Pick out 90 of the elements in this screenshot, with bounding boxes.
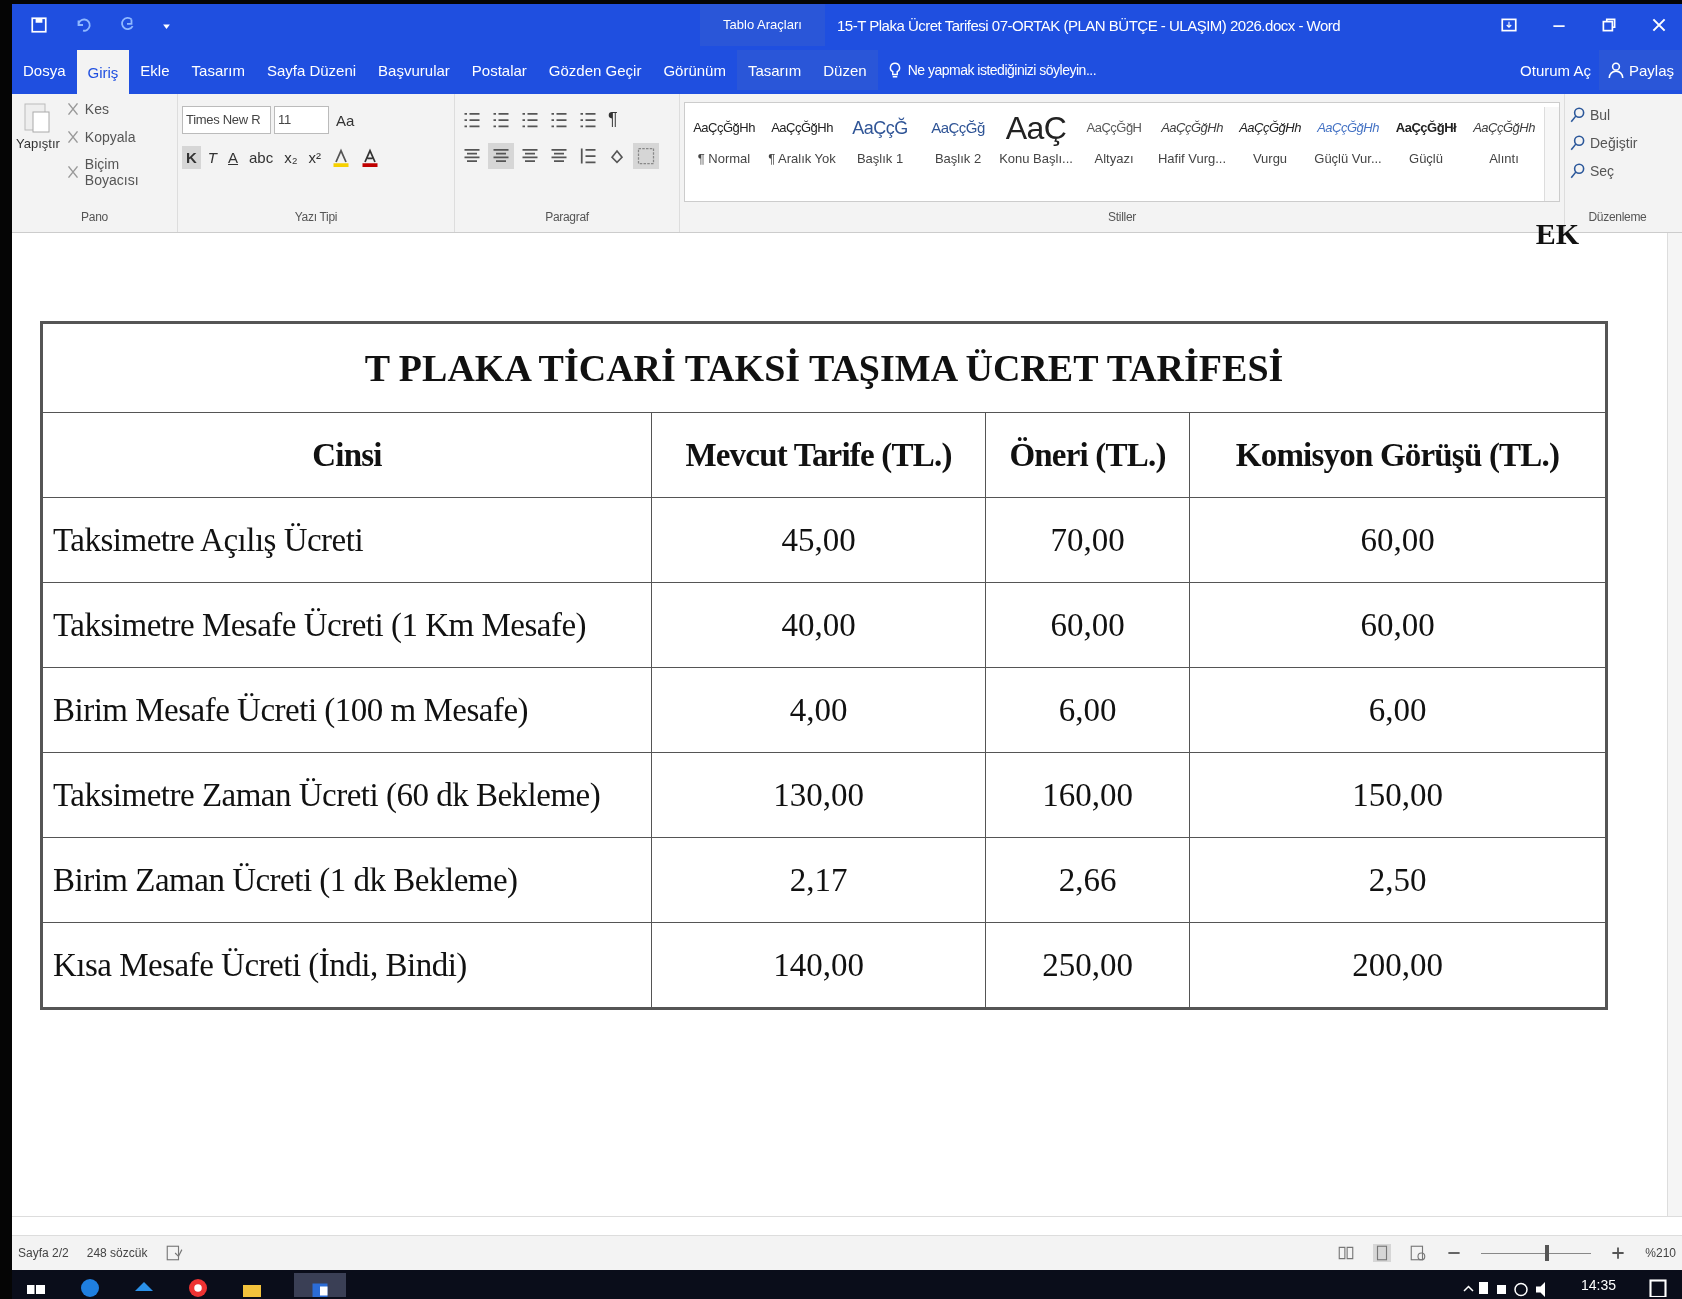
style-item[interactable]: AaÇçĞğHh Güçlü Vur... — [1309, 107, 1387, 166]
format-button[interactable]: x₂ — [280, 145, 302, 169]
editing-command[interactable]: Seç — [1569, 162, 1666, 180]
tell-me-text: Ne yapmak istediğinizi söyleyin... — [907, 62, 1097, 78]
style-item[interactable]: AaÇçĞğHł Güçlü — [1387, 107, 1465, 166]
clipboard-command[interactable]: Kopyala — [63, 128, 173, 146]
print-layout-icon[interactable] — [1373, 1244, 1392, 1262]
table-cell: 2,17 — [651, 837, 986, 923]
style-item[interactable]: AaÇçĞ Başlık 1 — [841, 107, 919, 166]
style-item[interactable]: AaÇçĞğHh Vurgu — [1231, 107, 1309, 166]
ribbon-tab[interactable]: Sayfa Düzeni — [255, 50, 368, 90]
table-cell: 4,00 — [651, 667, 986, 753]
table-cell: Taksimetre Açılış Ücreti — [41, 497, 652, 583]
group-label: Düzenleme — [1587, 210, 1648, 226]
share-button[interactable]: Paylaş — [1598, 50, 1682, 90]
paste-button[interactable]: Yapıştır — [16, 100, 60, 210]
tell-me-field[interactable]: Ne yapmak istediğinizi söyleyin... — [877, 50, 1097, 90]
page-count: Sayfa 2/2 — [18, 1246, 69, 1260]
ribbon-display-icon[interactable] — [1500, 16, 1518, 34]
format-button[interactable]: A — [224, 145, 243, 169]
corner-text: EK — [1535, 219, 1579, 249]
style-item[interactable]: AaÇçĞğ Başlık 2 — [919, 107, 997, 166]
column-header: Cinsi — [41, 412, 652, 498]
table-cell: 60,00 — [985, 582, 1190, 668]
table-cell: Birim Zaman Ücreti (1 dk Bekleme) — [41, 837, 652, 923]
table-cell: Taksimetre Mesafe Ücreti (1 Km Mesafe) — [41, 582, 652, 668]
proofing-icon[interactable] — [165, 1244, 184, 1262]
style-item[interactable]: AaÇçĞğHh ¶ Aralık Yok — [763, 107, 841, 166]
ribbon-tab[interactable]: Tasarım — [180, 50, 256, 90]
web-layout-icon[interactable] — [1409, 1244, 1428, 1262]
ribbon-tab[interactable]: Giriş — [76, 50, 130, 94]
style-item[interactable]: AaÇçĞğH Altyazı — [1075, 107, 1153, 166]
clipboard-command[interactable]: Biçim Boyacısı — [63, 156, 173, 188]
ribbon-tab[interactable]: Postalar — [460, 50, 538, 90]
format-button[interactable]: abc — [245, 145, 278, 169]
window-title: 15-T Plaka Ücret Tarifesi 07-ORTAK (PLAN BÜTÇE - ULAŞIM) 2026.docx - Word — [836, 16, 1341, 34]
group-label: Yazı Tipi — [293, 210, 339, 226]
save-icon[interactable] — [30, 16, 48, 34]
ribbon-tab[interactable]: Tasarım — [736, 50, 813, 90]
vertical-scrollbar[interactable] — [1667, 233, 1682, 1216]
command-icon — [1569, 162, 1587, 180]
ribbon-tab[interactable]: Başvurular — [367, 50, 461, 90]
clipboard-command[interactable]: Kes — [63, 100, 173, 118]
format-button[interactable]: x² — [304, 145, 326, 169]
ribbon-tab[interactable]: Görünüm — [652, 50, 737, 90]
zoom-slider-thumb[interactable] — [1545, 1244, 1550, 1261]
table-cell: 2,66 — [985, 837, 1190, 923]
column-header: Öneri (TL.) — [985, 412, 1190, 498]
format-button[interactable]: K — [182, 145, 201, 169]
table-cell: 70,00 — [985, 497, 1190, 583]
table-cell: Taksimetre Zaman Ücreti (60 dk Bekleme) — [41, 752, 652, 838]
zoom-level[interactable]: %210 — [1645, 1246, 1676, 1260]
command-icon — [1569, 134, 1587, 152]
group-label: Paragraf — [544, 210, 590, 226]
context-label: Tablo Araçları — [700, 4, 825, 46]
read-mode-icon[interactable] — [1337, 1244, 1356, 1262]
clock-time[interactable]: 14:35 — [1580, 1276, 1616, 1293]
ribbon-tab[interactable]: Düzen — [812, 50, 878, 90]
font-size-field[interactable]: 11 — [274, 106, 329, 134]
ribbon-tab[interactable]: Ekle — [129, 50, 181, 90]
word-count: 248 sözcük — [86, 1246, 148, 1260]
person-icon — [1606, 61, 1625, 79]
ribbon-tab[interactable]: Gözden Geçir — [537, 50, 653, 90]
clipboard-icon — [22, 100, 53, 136]
table-cell: 160,00 — [985, 752, 1190, 838]
format-button[interactable]: T — [203, 145, 221, 169]
editing-command[interactable]: Bul — [1569, 106, 1666, 124]
table-cell: Birim Mesafe Ücreti (100 m Mesafe) — [41, 667, 652, 753]
table-cell: 45,00 — [651, 497, 986, 583]
group-label: Pano — [80, 210, 109, 226]
table-cell: 130,00 — [651, 752, 986, 838]
horizontal-scrollbar[interactable] — [12, 1216, 1682, 1236]
command-icon — [1569, 106, 1587, 124]
case-button[interactable]: Aa — [332, 108, 359, 132]
align-icon[interactable] — [488, 143, 514, 169]
style-item[interactable]: AaÇçĞğHh ¶ Normal — [685, 107, 763, 166]
style-item[interactable]: AaÇ Konu Başlı... — [997, 107, 1075, 166]
group-label: Stiller — [1107, 210, 1137, 226]
restore-icon[interactable] — [1600, 16, 1618, 34]
pilcrow-button[interactable]: ¶ — [604, 106, 622, 133]
table-cell: 6,00 — [985, 667, 1190, 753]
close-icon[interactable] — [1650, 16, 1668, 34]
sign-in-link[interactable]: Oturum Aç — [1512, 50, 1599, 90]
style-item[interactable]: AaÇçĞğHh Alıntı — [1465, 107, 1543, 166]
style-item[interactable]: AaÇçĞğHh Hafif Vurg... — [1153, 107, 1231, 166]
table-cell: 40,00 — [651, 582, 986, 668]
editing-command[interactable]: Değiştir — [1569, 134, 1666, 152]
font-name-field[interactable]: Times New R — [182, 106, 271, 134]
column-header: Mevcut Tarife (TL.) — [651, 412, 986, 498]
ribbon-tab[interactable]: Dosya — [12, 50, 77, 90]
